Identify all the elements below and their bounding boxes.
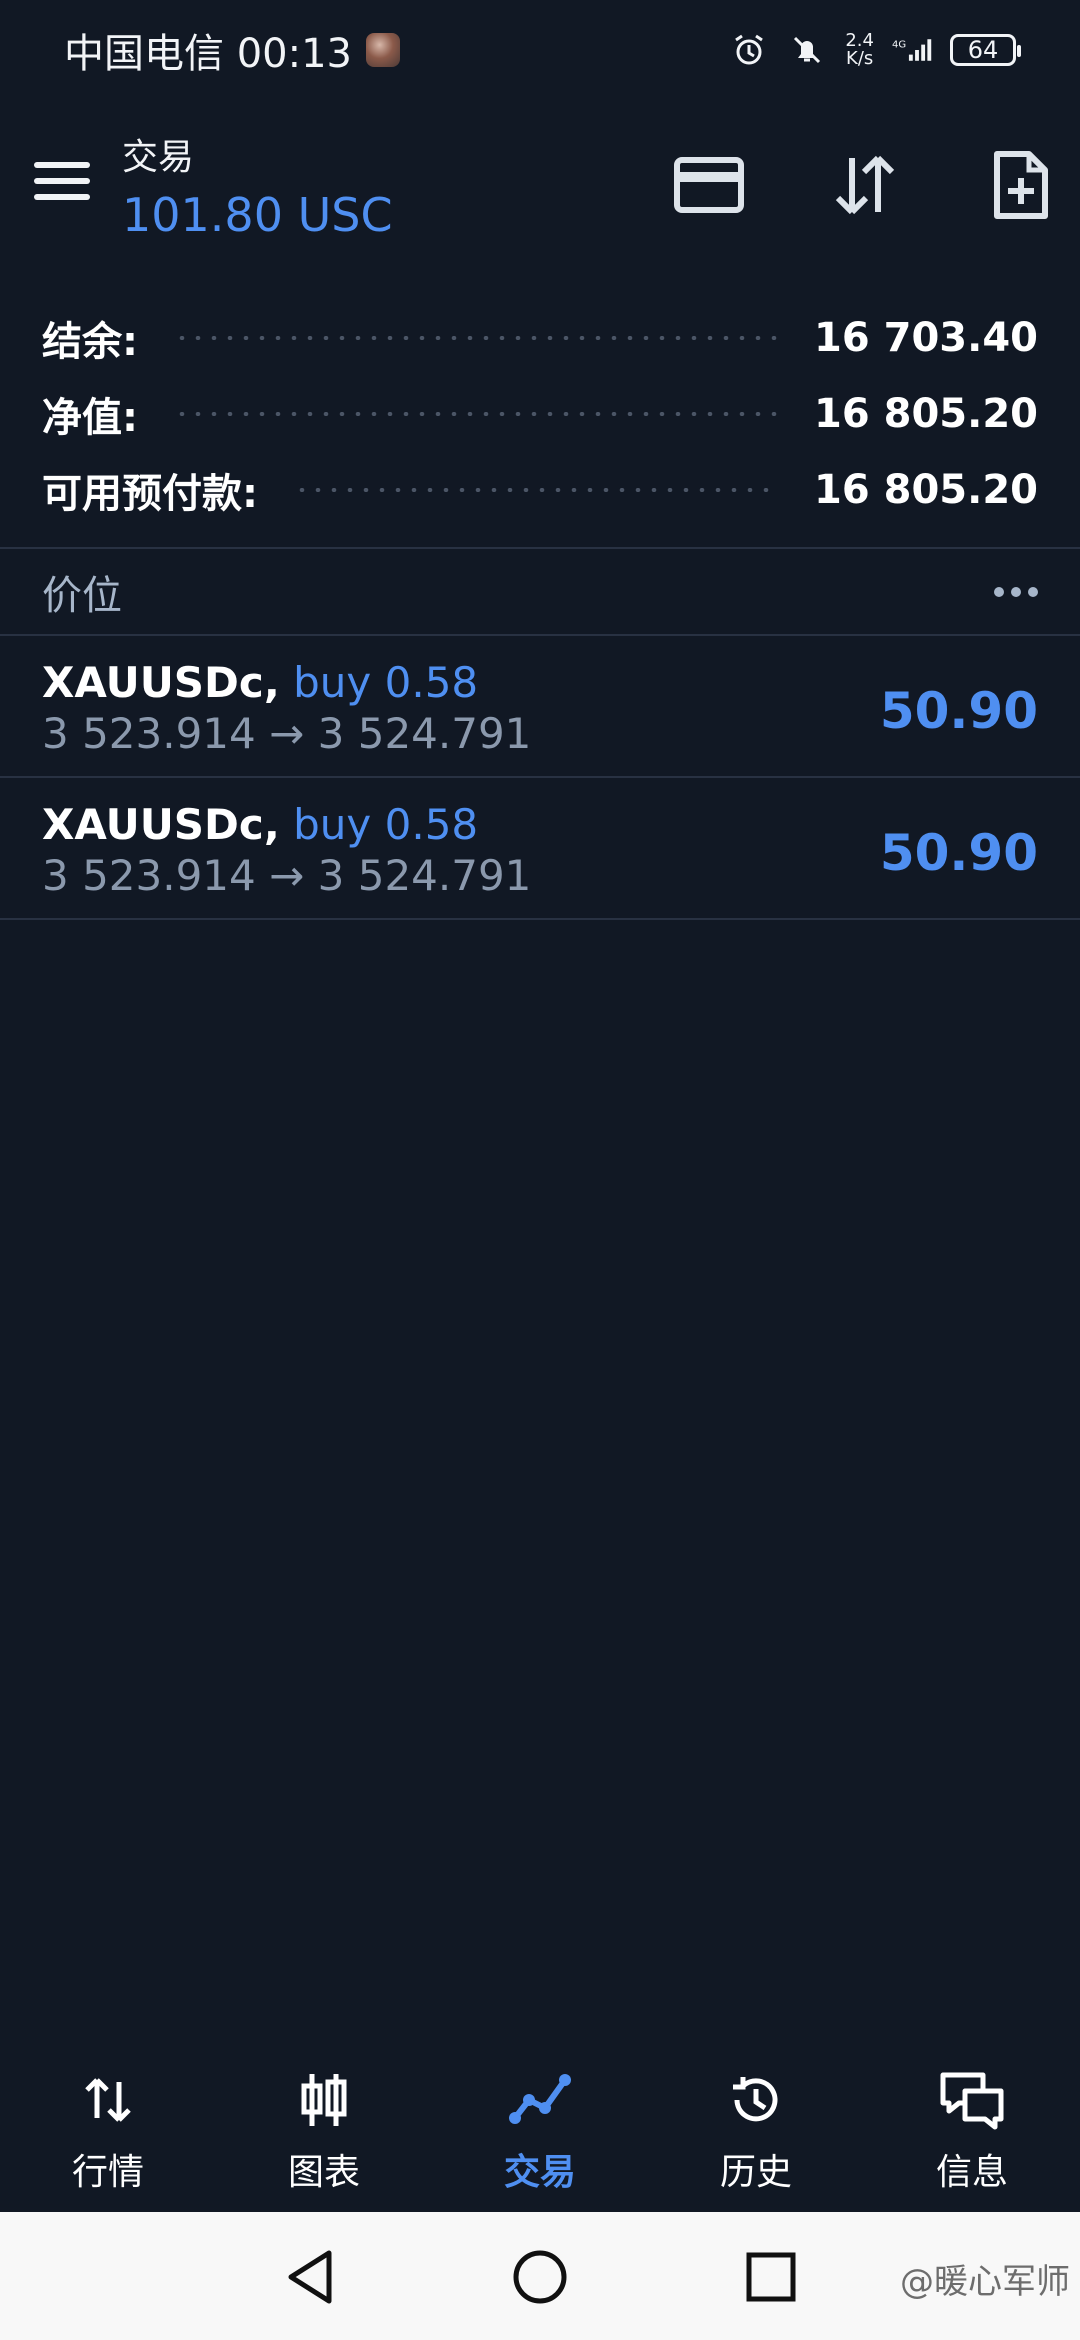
position-side: buy 0.58	[293, 800, 479, 849]
battery-indicator: 64	[950, 34, 1021, 66]
nav-history[interactable]: 历史	[676, 2065, 836, 2195]
nav-label: 交易	[503, 2152, 576, 2193]
notification-app-icon	[366, 33, 400, 67]
summary-value: 16 703.40	[814, 315, 1038, 361]
deposit-card-button[interactable]	[674, 150, 744, 220]
more-options-icon[interactable]	[994, 587, 1038, 597]
network-type: 4G	[892, 40, 906, 51]
sort-button[interactable]	[830, 150, 900, 220]
nav-label: 历史	[719, 2152, 792, 2193]
account-balance-subtitle: 101.80 USC	[122, 188, 393, 242]
add-document-icon	[994, 151, 1048, 219]
nav-quotes[interactable]: 行情	[28, 2065, 188, 2195]
alarm-icon	[729, 30, 769, 70]
chart-icon	[244, 2065, 404, 2135]
title-block: 交易 101.80 USC	[122, 128, 393, 242]
position-side: buy 0.58	[293, 658, 479, 707]
recents-button[interactable]	[736, 2242, 806, 2312]
nav-label: 信息	[935, 2152, 1008, 2193]
section-title: 价位	[42, 573, 122, 619]
messages-icon	[892, 2065, 1052, 2135]
new-order-button[interactable]	[986, 150, 1056, 220]
recents-square-icon	[746, 2252, 796, 2302]
nav-label: 行情	[71, 2152, 144, 2193]
dotted-leader	[174, 336, 779, 340]
mute-bell-icon	[787, 30, 827, 70]
net-speed-unit: K/s	[846, 48, 874, 69]
battery-level: 64	[967, 36, 999, 64]
signal-icon: 4G	[892, 30, 932, 70]
status-left: 中国电信 00:13	[64, 21, 400, 79]
history-icon	[676, 2065, 836, 2135]
position-symbol: XAUUSDc,	[42, 800, 280, 849]
header-actions	[674, 150, 1056, 220]
app-root: 中国电信 00:13 2.4 K/s 4G 64 交易 101.80 USC 结…	[0, 0, 1080, 2340]
position-symbol: XAUUSDc,	[42, 658, 280, 707]
nav-chart[interactable]: 图表	[244, 2065, 404, 2195]
card-icon	[674, 157, 744, 213]
summary-label: 可用预付款:	[42, 471, 258, 517]
menu-button[interactable]	[34, 162, 90, 208]
home-button[interactable]	[505, 2242, 575, 2312]
nav-trade[interactable]: 交易	[460, 2065, 620, 2195]
status-bar: 中国电信 00:13 2.4 K/s 4G 64	[0, 0, 1080, 100]
page-title: 交易	[122, 137, 195, 178]
summary-row-free-margin: 可用预付款: 16 805.20	[0, 452, 1080, 528]
summary-label: 净值:	[42, 395, 138, 441]
back-button[interactable]	[274, 2242, 344, 2312]
account-summary: 结余: 16 703.40 净值: 16 805.20 可用预付款: 16 80…	[0, 300, 1080, 528]
menu-icon	[34, 162, 90, 168]
dotted-leader	[294, 488, 779, 492]
summary-value: 16 805.20	[814, 467, 1038, 513]
trade-icon	[460, 2065, 620, 2135]
divider	[0, 547, 1080, 549]
watermark: @暖心军师	[900, 2262, 1070, 2302]
position-profit: 50.90	[879, 824, 1038, 882]
summary-row-equity: 净值: 16 805.20	[0, 376, 1080, 452]
summary-label: 结余:	[42, 319, 138, 365]
summary-row-balance: 结余: 16 703.40	[0, 300, 1080, 376]
quotes-icon	[28, 2065, 188, 2135]
summary-value: 16 805.20	[814, 391, 1038, 437]
positions-list: XAUUSDc, buy 0.58 3 523.914 → 3 524.791 …	[0, 636, 1080, 920]
nav-label: 图表	[287, 2152, 360, 2193]
position-row[interactable]: XAUUSDc, buy 0.58 3 523.914 → 3 524.791 …	[0, 636, 1080, 778]
position-row[interactable]: XAUUSDc, buy 0.58 3 523.914 → 3 524.791 …	[0, 778, 1080, 920]
sort-arrows-icon	[835, 155, 895, 215]
net-speed: 2.4 K/s	[845, 32, 874, 68]
back-triangle-icon	[288, 2250, 332, 2304]
carrier-time: 中国电信 00:13	[64, 31, 352, 77]
bottom-navigation: 行情 图表 交易 历史 信息	[0, 2048, 1080, 2212]
status-right: 2.4 K/s 4G 64	[729, 30, 1021, 70]
app-header: 交易 101.80 USC	[0, 120, 1080, 260]
home-circle-icon	[513, 2250, 567, 2304]
system-navigation-bar: @暖心军师	[0, 2212, 1080, 2340]
dotted-leader	[174, 412, 779, 416]
position-profit: 50.90	[879, 682, 1038, 740]
nav-messages[interactable]: 信息	[892, 2065, 1052, 2195]
positions-header: 价位	[0, 550, 1080, 634]
